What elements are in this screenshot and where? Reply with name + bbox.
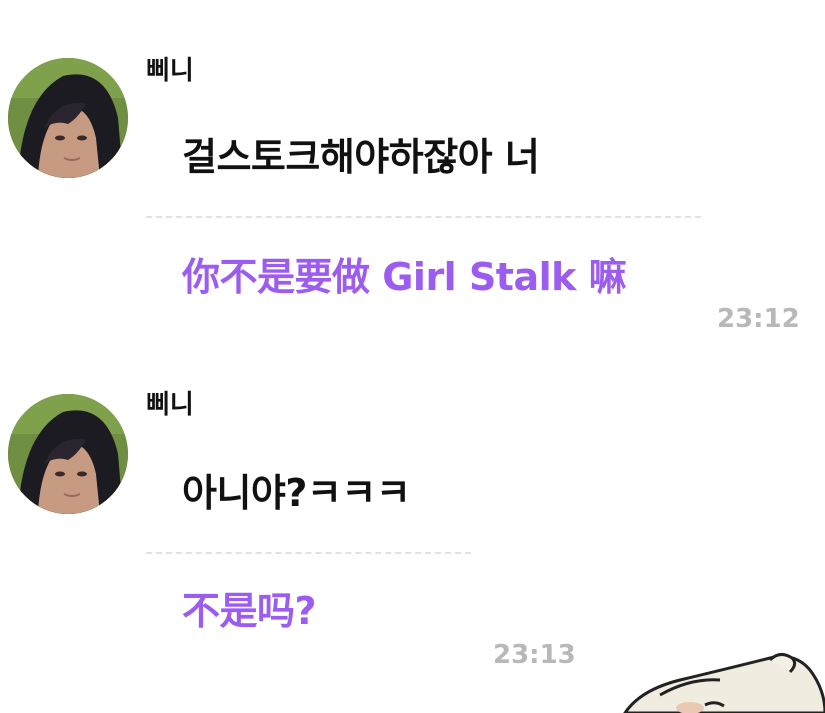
avatar[interactable] [8,394,128,514]
sticker-image[interactable] [620,650,825,713]
message-original-text[interactable]: 아니야?ㅋㅋㅋ [182,470,411,516]
message-translation-text[interactable]: 不是吗? [182,588,317,634]
profile-photo-icon [8,394,128,514]
translation-divider [146,552,471,554]
cartoon-sticker-icon [623,653,825,713]
sender-name: 삐니 [146,390,194,420]
message-group: 삐니 아니야?ㅋㅋㅋ 不是吗? 23:13 [0,0,825,680]
message-timestamp: 23:13 [493,640,576,670]
